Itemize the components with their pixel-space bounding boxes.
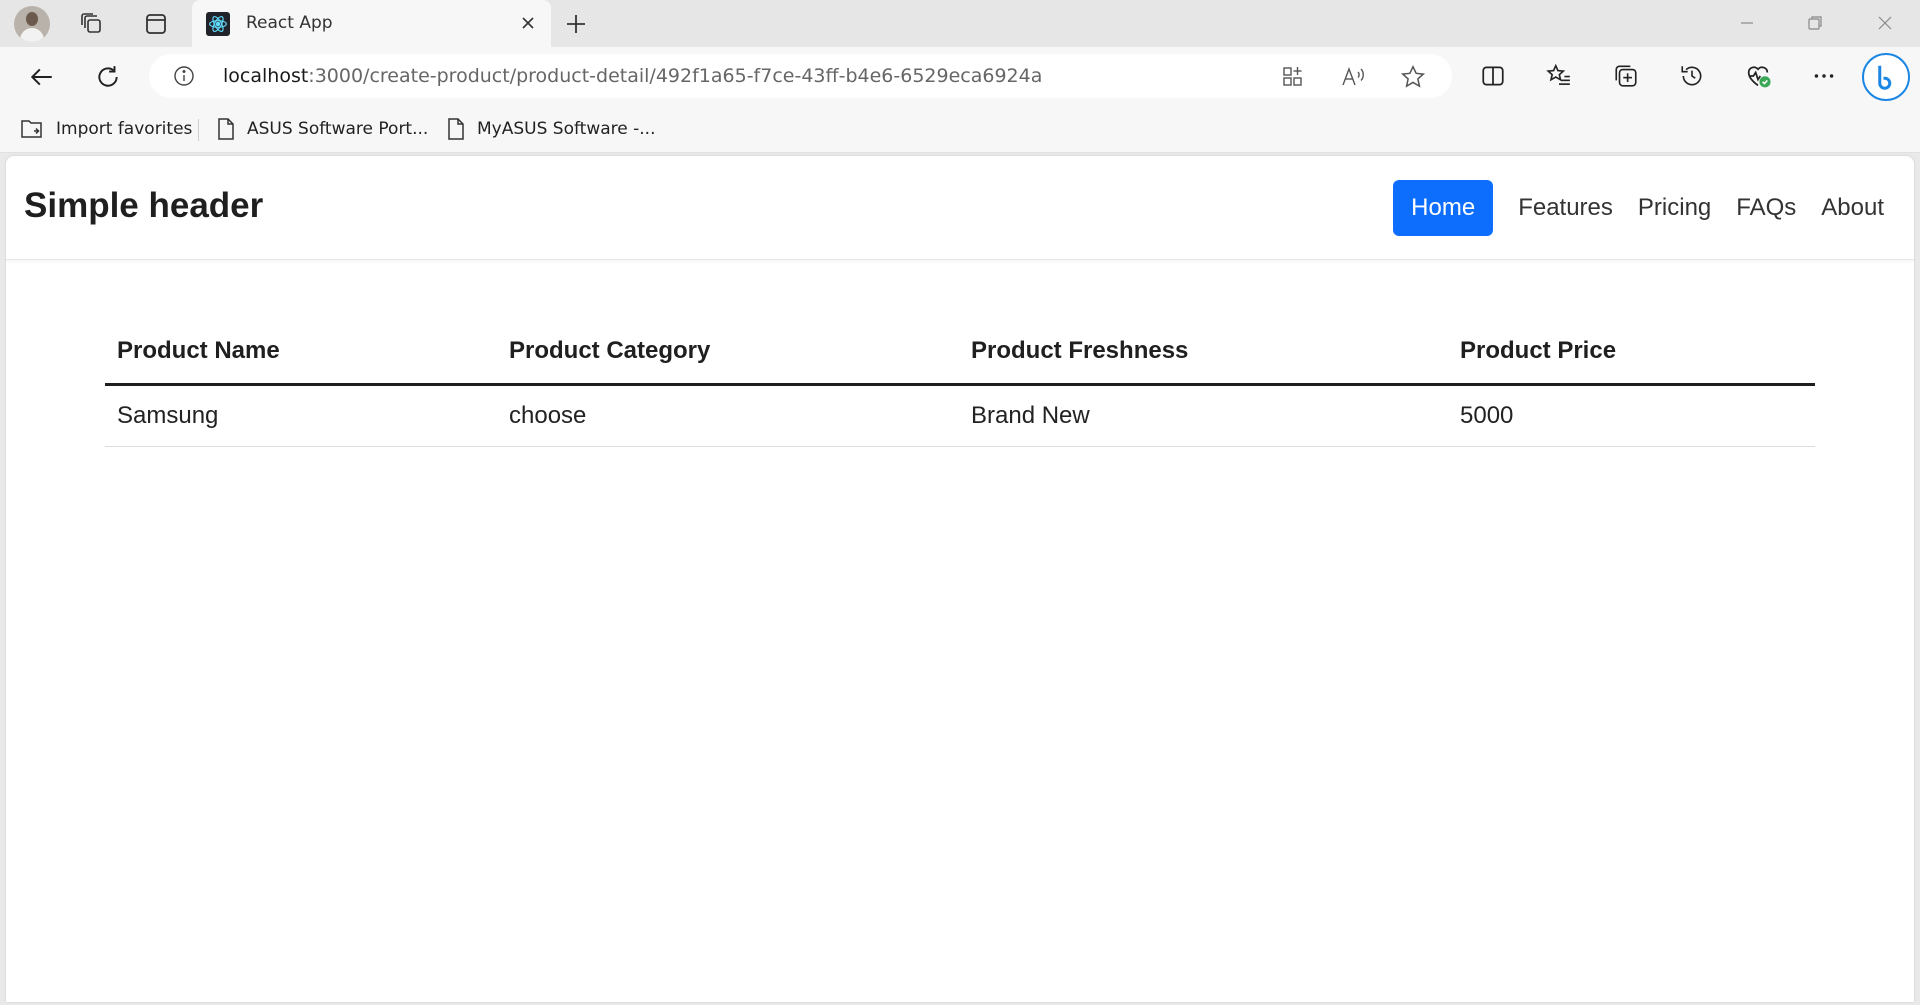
url-path: :3000/create-product/product-detail/492f…: [308, 65, 1043, 87]
address-bar[interactable]: localhost:3000/create-product/product-de…: [149, 54, 1452, 98]
back-arrow-icon[interactable]: [24, 59, 60, 95]
nav-pricing[interactable]: Pricing: [1626, 180, 1723, 236]
favorite-star-icon[interactable]: [1399, 63, 1427, 91]
refresh-icon[interactable]: [90, 59, 126, 95]
close-window-icon[interactable]: [1862, 6, 1908, 40]
cell-product-name: Samsung: [105, 384, 497, 447]
bookmark-label: ASUS Software Port...: [247, 119, 429, 139]
read-aloud-icon[interactable]: [1339, 63, 1367, 91]
site-info-icon[interactable]: [173, 65, 195, 87]
bookmark-myasus-software[interactable]: MyASUS Software -...: [445, 117, 655, 141]
cell-product-price: 5000: [1448, 384, 1815, 447]
tab-title: React App: [246, 13, 333, 33]
cell-product-freshness: Brand New: [959, 384, 1448, 447]
minimize-icon[interactable]: [1724, 6, 1770, 40]
collections-icon[interactable]: [1609, 59, 1643, 93]
bookmark-label: MyASUS Software -...: [477, 119, 656, 139]
bookmarks-divider: [198, 119, 199, 141]
site-header: Simple header Home Features Pricing FAQs…: [6, 156, 1914, 260]
favorites-list-icon[interactable]: [1542, 59, 1576, 93]
page-viewport: Simple header Home Features Pricing FAQs…: [6, 156, 1914, 1002]
bookmarks-bar: Import favorites ASUS Software Port... M…: [0, 105, 1920, 153]
column-header-product-freshness: Product Freshness: [959, 321, 1448, 386]
profile-avatar[interactable]: [14, 6, 50, 42]
close-tab-icon[interactable]: [515, 10, 541, 36]
more-options-icon[interactable]: [1807, 59, 1841, 93]
nav-features[interactable]: Features: [1506, 180, 1625, 236]
browser-essentials-icon[interactable]: [1741, 59, 1775, 93]
copilot-icon[interactable]: [1862, 53, 1910, 101]
column-header-product-name: Product Name: [105, 321, 497, 386]
url-host: localhost: [223, 65, 309, 87]
page-icon: [218, 118, 234, 140]
url-text[interactable]: localhost:3000/create-product/product-de…: [223, 65, 1042, 87]
react-icon: [206, 12, 230, 36]
bookmark-asus-software-portal[interactable]: ASUS Software Port...: [215, 117, 428, 141]
nav-about[interactable]: About: [1809, 180, 1896, 236]
import-folder-icon: [21, 120, 42, 138]
restore-icon[interactable]: [1792, 6, 1838, 40]
history-icon[interactable]: [1675, 59, 1709, 93]
table-header-row: Product Name Product Category Product Fr…: [105, 321, 1815, 386]
cell-product-category: choose: [497, 384, 959, 447]
browser-tab-strip: React App: [0, 0, 1920, 47]
app-available-icon[interactable]: [1279, 63, 1307, 91]
browser-toolbar: localhost:3000/create-product/product-de…: [0, 47, 1920, 105]
column-header-product-price: Product Price: [1448, 321, 1815, 386]
active-tab[interactable]: React App: [192, 0, 551, 47]
new-tab-icon[interactable]: [560, 8, 592, 40]
split-screen-icon[interactable]: [1476, 59, 1510, 93]
site-brand[interactable]: Simple header: [24, 186, 263, 226]
column-header-product-category: Product Category: [497, 321, 959, 386]
bookmark-label: Import favorites: [56, 119, 193, 139]
vertical-tabs-icon[interactable]: [140, 8, 172, 40]
nav-faqs[interactable]: FAQs: [1724, 180, 1808, 236]
main-nav: Home Features Pricing FAQs About: [1392, 180, 1914, 236]
page-icon: [448, 118, 464, 140]
nav-home[interactable]: Home: [1393, 180, 1494, 236]
bookmark-import-favorites[interactable]: Import favorites: [20, 117, 192, 141]
workspaces-icon[interactable]: [76, 8, 108, 40]
product-table: Product Name Product Category Product Fr…: [105, 321, 1815, 447]
table-row: Samsung choose Brand New 5000: [105, 384, 1815, 447]
